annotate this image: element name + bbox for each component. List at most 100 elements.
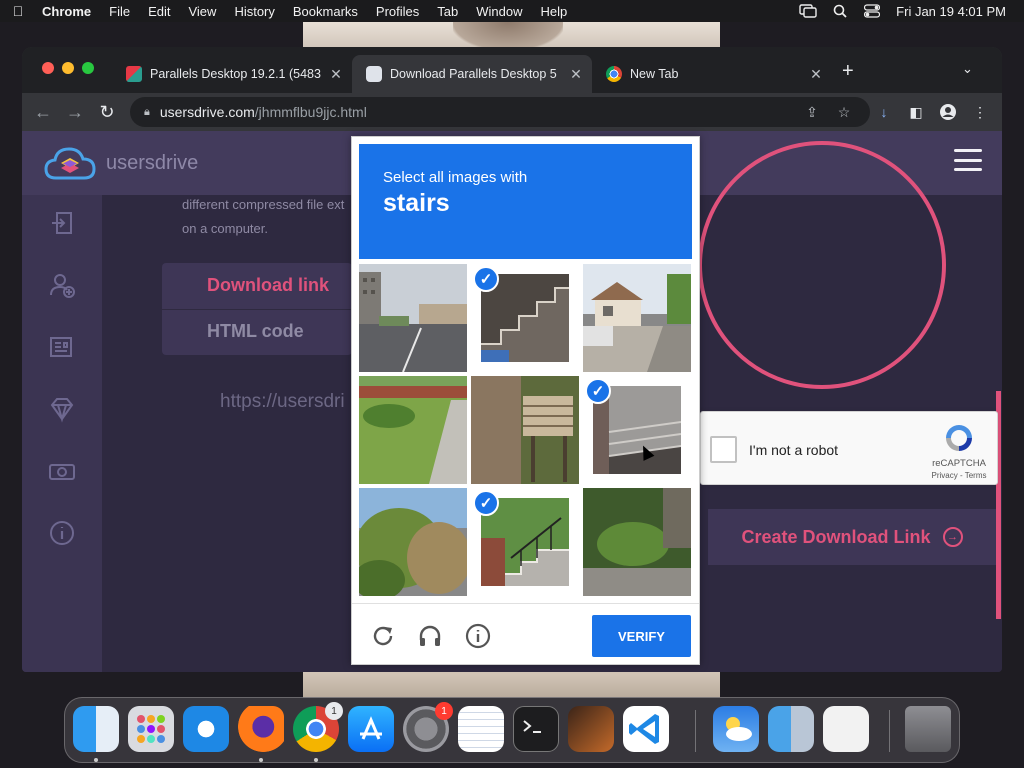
image-tile[interactable]: ✓ [471, 264, 579, 372]
screen-mirroring-icon[interactable] [792, 0, 824, 22]
profile-avatar-icon[interactable] [938, 102, 958, 122]
share-icon[interactable]: ⇪ [802, 102, 822, 122]
chrome-badge: 1 [325, 702, 343, 720]
tab-new-tab[interactable]: New Tab ✕ [592, 55, 832, 93]
system-settings-icon[interactable]: 1 [403, 702, 453, 752]
news-icon[interactable] [48, 333, 76, 361]
textedit-icon[interactable] [458, 706, 504, 752]
house-driveway-image [583, 264, 691, 372]
tab-download-link[interactable]: Download link [207, 275, 329, 296]
recaptcha-terms-link[interactable]: Privacy - Terms [927, 471, 991, 480]
tab-search-chevron-icon[interactable]: ⌄ [962, 61, 973, 77]
finder-window-icon[interactable] [768, 706, 814, 752]
vscode-icon[interactable] [623, 706, 669, 752]
add-user-icon[interactable] [48, 271, 76, 299]
back-button[interactable]: ← [32, 101, 54, 123]
menu-profiles[interactable]: Profiles [367, 4, 428, 19]
app-store-icon[interactable] [348, 706, 394, 752]
login-icon[interactable] [48, 209, 76, 237]
tab-download-parallels[interactable]: Download Parallels Desktop 5 ✕ [352, 55, 592, 93]
launchpad-icon[interactable] [128, 706, 174, 752]
premium-diamond-icon[interactable] [48, 395, 76, 423]
close-tab-icon[interactable]: ✕ [806, 66, 826, 83]
arrow-right-circle-icon: → [942, 527, 963, 547]
reload-challenge-icon[interactable] [370, 623, 396, 649]
side-panel-icon[interactable]: ◧ [906, 102, 926, 122]
site-logo[interactable]: usersdrive [44, 145, 198, 181]
overgrown-shrubs-image [359, 488, 467, 596]
verify-button[interactable]: VERIFY [592, 615, 691, 657]
address-bar[interactable]: 🔒︎ usersdrive.com/jhmmflbu9jjc.html ⇪ ☆ [130, 97, 870, 127]
forward-button[interactable]: → [64, 101, 86, 123]
menu-clock[interactable]: Fri Jan 19 4:01 PM [888, 4, 1024, 19]
terminal-icon[interactable] [513, 706, 559, 752]
minimize-window-button[interactable] [62, 62, 74, 74]
wallpaper-top [303, 22, 720, 50]
weather-icon[interactable] [713, 706, 759, 752]
tab-title: New Tab [630, 67, 679, 81]
menu-bookmarks[interactable]: Bookmarks [284, 4, 367, 19]
menu-view[interactable]: View [179, 4, 225, 19]
menu-edit[interactable]: Edit [139, 4, 179, 19]
progress-ring [698, 141, 946, 389]
menu-tab[interactable]: Tab [428, 4, 467, 19]
image-tile[interactable]: ✓ [471, 488, 579, 596]
info-challenge-icon[interactable] [465, 623, 491, 649]
info-icon[interactable] [48, 519, 76, 547]
safari-icon[interactable] [183, 706, 229, 752]
menu-help[interactable]: Help [532, 4, 577, 19]
close-tab-icon[interactable]: ✕ [326, 66, 346, 83]
reload-button[interactable]: ↻ [96, 101, 118, 123]
lock-icon[interactable]: 🔒︎ [144, 106, 150, 119]
create-download-link-button[interactable]: Create Download Link → [708, 509, 996, 565]
url-input-field[interactable]: https://usersdri [220, 391, 345, 413]
bookmark-star-icon[interactable]: ☆ [834, 102, 854, 122]
image-grid: ✓ ✓ ✓ [359, 264, 692, 597]
tab-title: Download Parallels Desktop 5 [390, 67, 557, 81]
apple-icon[interactable]:  [0, 3, 36, 19]
zoom-window-button[interactable] [82, 62, 94, 74]
hamburger-menu-icon[interactable] [954, 149, 982, 171]
challenge-footer: VERIFY [352, 603, 699, 665]
close-tab-icon[interactable]: ✕ [566, 66, 586, 83]
new-tab-button[interactable]: + [842, 60, 854, 83]
menu-window[interactable]: Window [467, 4, 531, 19]
running-indicator [94, 758, 98, 762]
image-tile[interactable] [583, 488, 691, 596]
recaptcha-checkbox[interactable] [710, 436, 737, 463]
trash-icon[interactable] [905, 706, 951, 752]
control-center-icon[interactable] [856, 0, 888, 22]
audio-challenge-icon[interactable] [417, 623, 443, 649]
close-window-button[interactable] [42, 62, 54, 74]
tab-html-code[interactable]: HTML code [207, 321, 304, 342]
image-tile[interactable] [359, 488, 467, 596]
menu-file[interactable]: File [100, 4, 139, 19]
challenge-instruction: Select all images with [383, 169, 528, 186]
challenge-object: stairs [383, 189, 450, 217]
image-tile[interactable] [359, 376, 467, 484]
url-domain: usersdrive.com [159, 104, 255, 120]
image-tile[interactable] [583, 264, 691, 372]
menu-history[interactable]: History [225, 4, 283, 19]
chrome-icon[interactable]: 1 [293, 702, 343, 752]
spotlight-search-icon[interactable] [824, 0, 856, 22]
image-tile[interactable] [471, 376, 579, 484]
finder-icon[interactable] [73, 706, 119, 752]
menu-app-name[interactable]: Chrome [36, 4, 100, 19]
image-tile[interactable] [359, 264, 467, 372]
dock-separator [889, 710, 890, 752]
archive-utility-icon[interactable] [823, 706, 869, 752]
download-icon[interactable]: ↓ [874, 102, 894, 122]
recaptcha-logo-icon [946, 425, 972, 451]
selected-check-icon: ✓ [473, 266, 499, 292]
firefox-icon[interactable] [238, 706, 284, 752]
dock: 1 1 [64, 697, 960, 763]
money-icon[interactable] [48, 457, 76, 485]
garageband-icon[interactable] [568, 706, 614, 752]
chrome-menu-icon[interactable]: ⋮ [970, 102, 990, 122]
chrome-favicon-icon [606, 66, 622, 82]
image-tile[interactable]: ✓ [583, 376, 691, 484]
tab-parallels-desktop[interactable]: Parallels Desktop 19.2.1 (5483 ✕ [112, 55, 352, 93]
url-path: /jhmmflbu9jjc.html [254, 104, 367, 120]
selected-check-icon: ✓ [473, 490, 499, 516]
